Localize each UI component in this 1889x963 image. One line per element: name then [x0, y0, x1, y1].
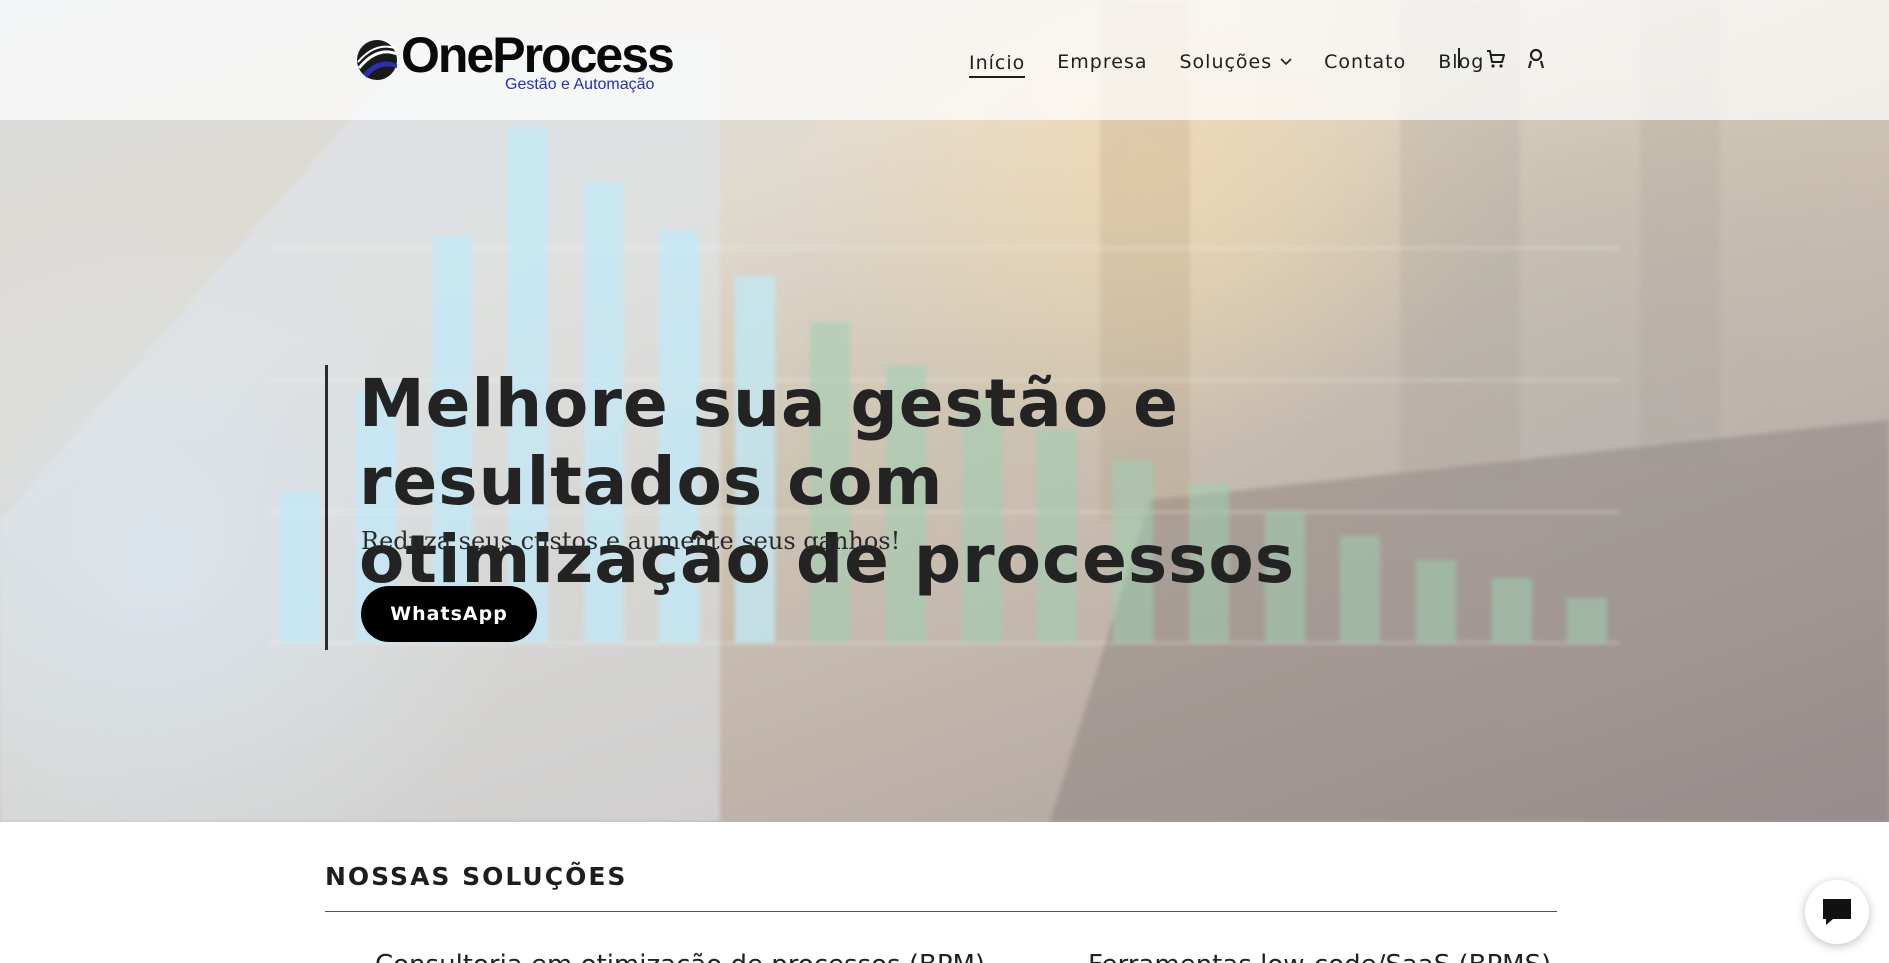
section-divider: [325, 911, 1557, 912]
hero-content: Melhore sua gestão e resultados com otim…: [325, 365, 1325, 650]
site-header: OneProcess Gestão e Automação Início Emp…: [0, 0, 1889, 120]
chat-bubble-icon: [1823, 899, 1851, 925]
cart-icon: [1487, 50, 1505, 68]
nav-item-blog[interactable]: Blog: [1438, 51, 1484, 73]
nav-divider: [1458, 48, 1460, 68]
logo[interactable]: OneProcess Gestão e Automação: [355, 30, 675, 96]
nav-item-solucoes-label: Soluções: [1179, 51, 1273, 73]
cart-button[interactable]: [1484, 47, 1508, 71]
logo-tagline: Gestão e Automação: [505, 76, 655, 93]
solution-item-bpms[interactable]: Ferramentas low-code/SaaS (BPMS): [1088, 950, 1551, 963]
account-button[interactable]: [1524, 47, 1548, 71]
solution-item-bpm[interactable]: Consultoria em otimização de processos (…: [375, 950, 985, 963]
hero-section: Melhore sua gestão e resultados com otim…: [0, 0, 1889, 822]
main-nav: Início Empresa Soluções Contato Blog: [969, 48, 1516, 78]
chat-button[interactable]: [1805, 880, 1869, 944]
logo-wordmark: OneProcess: [401, 27, 675, 83]
hero-title: Melhore sua gestão e resultados com otim…: [359, 365, 1296, 598]
chevron-down-icon: [1280, 58, 1292, 66]
solutions-heading: NOSSAS SOLUÇÕES: [325, 862, 628, 891]
whatsapp-button[interactable]: WhatsApp: [361, 586, 537, 642]
nav-item-inicio[interactable]: Início: [969, 52, 1026, 78]
nav-item-empresa[interactable]: Empresa: [1057, 51, 1147, 73]
user-icon: [1527, 48, 1545, 69]
hero-subtitle: Reduza seus custos e aumente seus ganhos…: [361, 527, 901, 555]
nav-item-contato[interactable]: Contato: [1324, 51, 1406, 73]
nav-item-solucoes[interactable]: Soluções: [1179, 51, 1292, 73]
logo-swoosh-icon: [357, 40, 398, 80]
